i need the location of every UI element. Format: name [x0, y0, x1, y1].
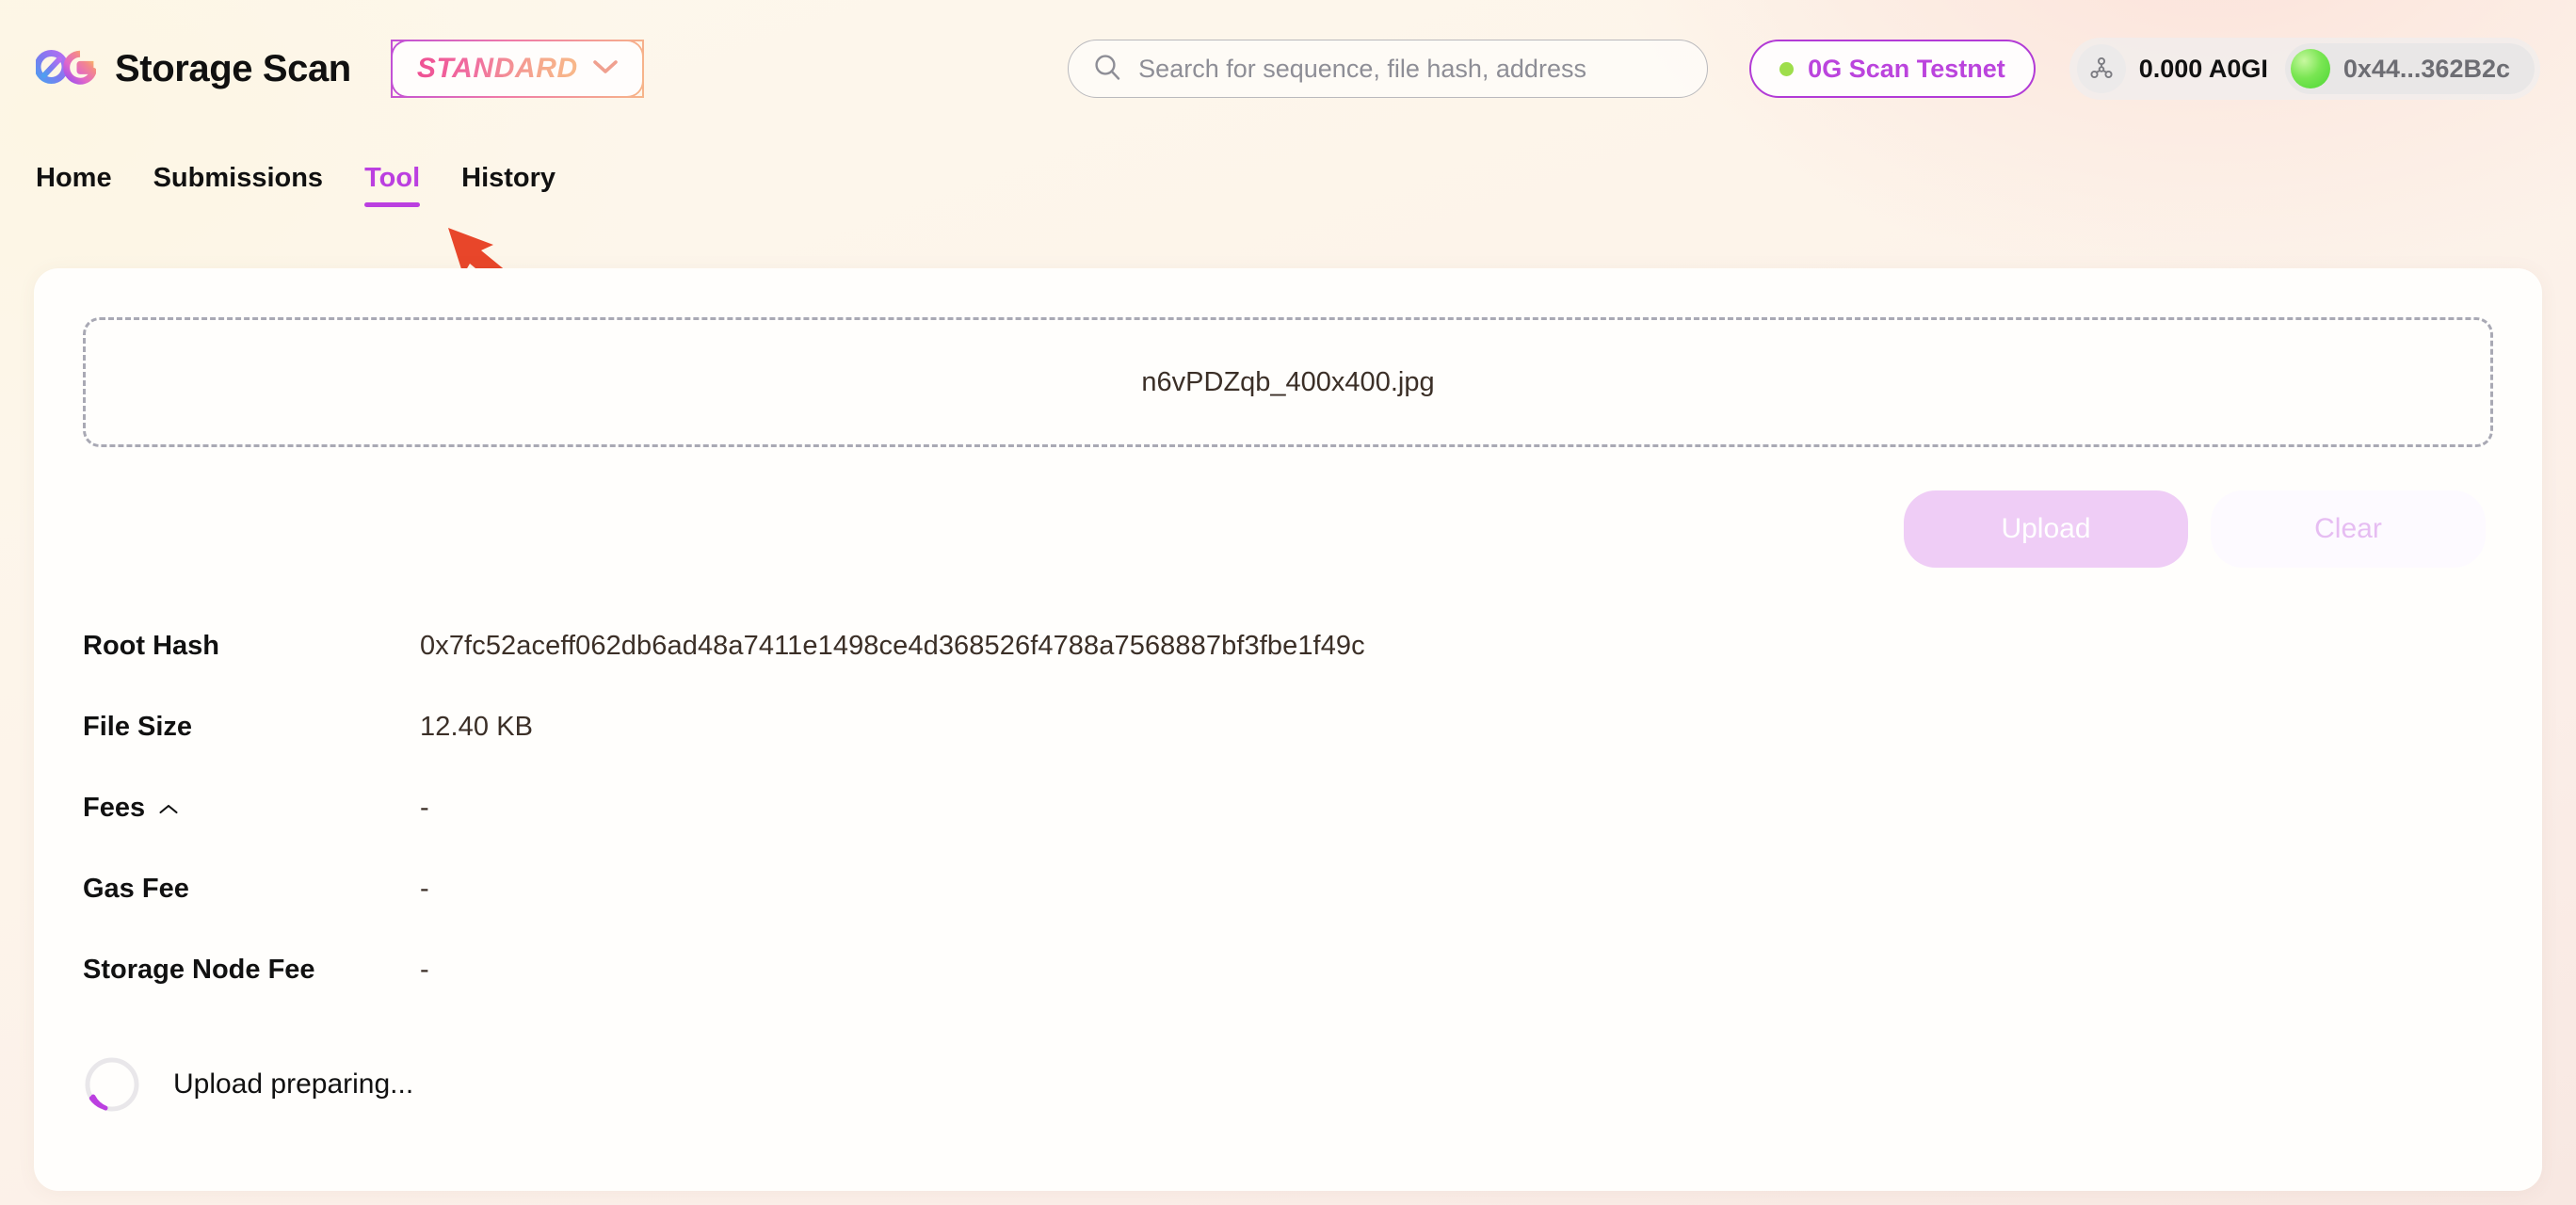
nav-item-home[interactable]: Home [36, 163, 112, 207]
detail-label-storage-node-fee: Storage Node Fee [83, 954, 315, 985]
detail-value-root-hash: 0x7fc52aceff062db6ad48a7411e1498ce4d3685… [420, 630, 1365, 661]
upload-status-row: Upload preparing... [83, 1055, 2493, 1114]
detail-value-file-size: 12.40 KB [420, 711, 534, 742]
loading-spinner-icon [83, 1055, 141, 1114]
detail-label-root-hash: Root Hash [83, 630, 219, 661]
detail-row: Fees - [83, 767, 2493, 848]
page-title: Storage Scan [115, 47, 351, 89]
search-box[interactable] [1068, 40, 1709, 98]
detail-label-fees-text: Fees [83, 792, 146, 823]
nav-item-submissions[interactable]: Submissions [153, 163, 324, 207]
wallet-avatar-icon [2290, 49, 2330, 88]
nav-item-tool[interactable]: Tool [364, 163, 421, 207]
detail-value-storage-node-fee: - [420, 954, 429, 985]
main-nav: Home Submissions Tool History [0, 137, 2576, 207]
dropzone-filename: n6vPDZqb_400x400.jpg [1141, 366, 1435, 397]
tier-select[interactable]: STANDARD [390, 40, 644, 98]
tier-select-label: STANDARD [416, 53, 578, 84]
wallet-group: 0.000 A0GI 0x44...362B2c [2069, 38, 2540, 100]
detail-label-fees: Fees [83, 793, 420, 824]
brand[interactable]: Storage Scan [34, 40, 351, 98]
chevron-down-icon [592, 59, 618, 79]
network-selector[interactable]: 0G Scan Testnet [1749, 40, 2036, 98]
file-dropzone[interactable]: n6vPDZqb_400x400.jpg [83, 317, 2493, 447]
detail-label-gas-fee: Gas Fee [83, 873, 189, 904]
detail-value-fees: - [420, 792, 429, 823]
site-header: Storage Scan STANDARD 0G Scan Testnet [0, 0, 2576, 137]
detail-row: File Size 12.40 KB [83, 686, 2493, 767]
0g-logo-icon [34, 40, 97, 98]
network-status-dot-icon [1779, 61, 1795, 76]
clear-button[interactable]: Clear [2211, 490, 2486, 568]
upload-button[interactable]: Upload [1904, 490, 2188, 568]
detail-value-gas-fee: - [420, 873, 429, 904]
detail-row: Gas Fee - [83, 848, 2493, 929]
action-row: Upload Clear [83, 490, 2493, 568]
network-nodes-icon[interactable] [2076, 44, 2126, 93]
upload-status-text: Upload preparing... [173, 1068, 414, 1100]
chevron-up-icon[interactable] [158, 793, 179, 824]
detail-label-file-size: File Size [83, 711, 193, 742]
wallet-address-label: 0x44...362B2c [2343, 54, 2510, 83]
wallet-balance: 0.000 A0GI [2138, 54, 2268, 83]
network-selector-label: 0G Scan Testnet [1808, 54, 2005, 83]
file-detail-list: Root Hash 0x7fc52aceff062db6ad48a7411e14… [83, 605, 2493, 1010]
tool-card: n6vPDZqb_400x400.jpg Upload Clear Root H… [34, 268, 2542, 1191]
detail-row: Root Hash 0x7fc52aceff062db6ad48a7411e14… [83, 605, 2493, 686]
search-icon [1093, 53, 1121, 86]
search-input[interactable] [1138, 54, 1683, 84]
nav-item-history[interactable]: History [461, 163, 555, 207]
wallet-address-chip[interactable]: 0x44...362B2c [2284, 43, 2535, 94]
detail-row: Storage Node Fee - [83, 929, 2493, 1010]
